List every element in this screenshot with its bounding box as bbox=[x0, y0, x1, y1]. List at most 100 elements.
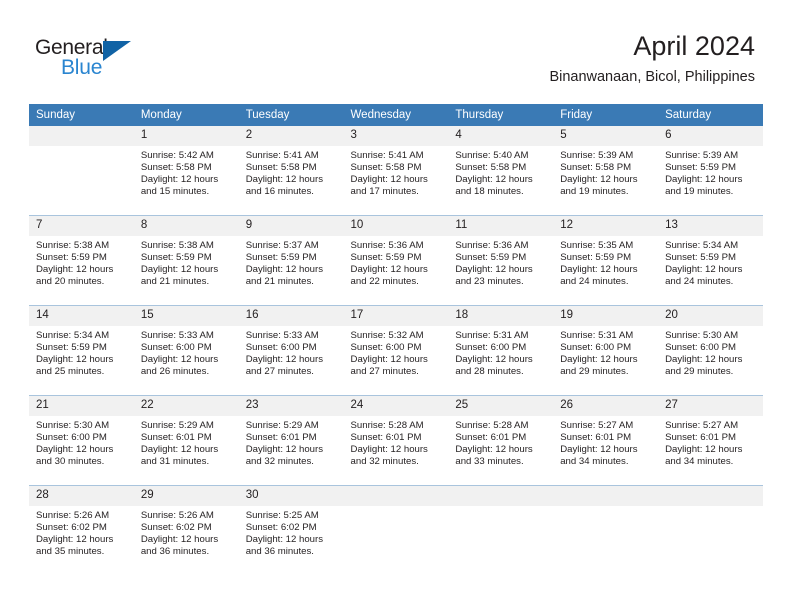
day-cell[interactable]: 21 Sunrise: 5:30 AM Sunset: 6:00 PM Dayl… bbox=[29, 395, 134, 486]
sunrise-text: Sunrise: 5:41 AM bbox=[350, 150, 424, 161]
calendar-week-row: 14 Sunrise: 5:34 AM Sunset: 5:59 PM Dayl… bbox=[29, 305, 763, 396]
daylight-text-line2: and 23 minutes. bbox=[455, 276, 524, 288]
day-number: 2 bbox=[238, 126, 344, 146]
daylight-text-line2: and 27 minutes. bbox=[350, 366, 419, 378]
day-number: 30 bbox=[238, 486, 344, 506]
daylight-text-line2: and 36 minutes. bbox=[245, 546, 314, 558]
day-cell[interactable]: 30 Sunrise: 5:25 AM Sunset: 6:02 PM Dayl… bbox=[238, 485, 344, 575]
day-number: 28 bbox=[29, 486, 134, 506]
sunrise-text: Sunrise: 5:38 AM bbox=[36, 240, 110, 251]
day-cell[interactable]: 15 Sunrise: 5:33 AM Sunset: 6:00 PM Dayl… bbox=[133, 305, 239, 396]
day-cell[interactable]: 10 Sunrise: 5:36 AM Sunset: 5:59 PM Dayl… bbox=[343, 215, 449, 306]
day-cell[interactable]: 1 Sunrise: 5:42 AM Sunset: 5:58 PM Dayli… bbox=[133, 126, 239, 216]
day-cell[interactable]: 7 Sunrise: 5:38 AM Sunset: 5:59 PM Dayli… bbox=[29, 215, 134, 306]
day-cell[interactable]: 29 Sunrise: 5:26 AM Sunset: 6:02 PM Dayl… bbox=[133, 485, 239, 575]
day-cell[interactable]: 16 Sunrise: 5:33 AM Sunset: 6:00 PM Dayl… bbox=[238, 305, 344, 396]
daylight-text-line1: Daylight: 12 hours bbox=[140, 444, 219, 456]
day-number: 25 bbox=[448, 396, 554, 416]
day-cell[interactable]: 17 Sunrise: 5:32 AM Sunset: 6:00 PM Dayl… bbox=[343, 305, 449, 396]
daylight-text-line2: and 19 minutes. bbox=[560, 186, 629, 198]
day-details: Sunrise: 5:36 AM Sunset: 5:59 PM Dayligh… bbox=[448, 236, 553, 288]
day-cell[interactable]: 6 Sunrise: 5:39 AM Sunset: 5:59 PM Dayli… bbox=[658, 126, 763, 216]
day-cell[interactable]: 11 Sunrise: 5:36 AM Sunset: 5:59 PM Dayl… bbox=[448, 215, 554, 306]
day-details: Sunrise: 5:28 AM Sunset: 6:01 PM Dayligh… bbox=[448, 416, 553, 468]
daylight-text-line2: and 27 minutes. bbox=[245, 366, 314, 378]
page-title: April 2024 bbox=[633, 31, 755, 61]
sunset-text: Sunset: 6:01 PM bbox=[350, 432, 422, 444]
daylight-text-line2: and 24 minutes. bbox=[665, 276, 734, 288]
daylight-text-line1: Daylight: 12 hours bbox=[245, 264, 324, 276]
logo-text-blue: Blue bbox=[61, 56, 103, 79]
page-header: General Blue April 2024 Binanwanaan, Bic… bbox=[0, 0, 792, 104]
sunset-text: Sunset: 5:59 PM bbox=[665, 252, 736, 264]
day-cell[interactable]: 23 Sunrise: 5:29 AM Sunset: 6:01 PM Dayl… bbox=[238, 395, 344, 486]
daylight-text-line1: Daylight: 12 hours bbox=[455, 444, 533, 456]
general-blue-logo: General Blue bbox=[35, 36, 235, 86]
daylight-text-line1: Daylight: 12 hours bbox=[560, 354, 638, 366]
sunrise-text: Sunrise: 5:37 AM bbox=[245, 240, 319, 251]
day-number: 14 bbox=[29, 306, 134, 326]
daylight-text-line1: Daylight: 12 hours bbox=[140, 174, 219, 186]
day-cell[interactable]: 20 Sunrise: 5:30 AM Sunset: 6:00 PM Dayl… bbox=[658, 305, 763, 396]
daylight-text-line2: and 35 minutes. bbox=[36, 546, 105, 558]
day-cell[interactable]: 26 Sunrise: 5:27 AM Sunset: 6:01 PM Dayl… bbox=[553, 395, 659, 486]
sunrise-text: Sunrise: 5:27 AM bbox=[665, 420, 739, 431]
day-cell[interactable]: 14 Sunrise: 5:34 AM Sunset: 5:59 PM Dayl… bbox=[29, 305, 134, 396]
daylight-text-line2: and 18 minutes. bbox=[455, 186, 524, 198]
day-details: Sunrise: 5:40 AM Sunset: 5:58 PM Dayligh… bbox=[448, 146, 553, 198]
day-cell[interactable]: 22 Sunrise: 5:29 AM Sunset: 6:01 PM Dayl… bbox=[133, 395, 239, 486]
daylight-text-line2: and 21 minutes. bbox=[140, 276, 210, 288]
sunset-text: Sunset: 6:00 PM bbox=[665, 342, 736, 354]
weekday-header-saturday: Saturday bbox=[658, 104, 763, 126]
sunset-text: Sunset: 5:59 PM bbox=[455, 252, 527, 264]
sunrise-text: Sunrise: 5:26 AM bbox=[140, 510, 214, 521]
daylight-text-line1: Daylight: 12 hours bbox=[665, 354, 743, 366]
day-cell[interactable]: 24 Sunrise: 5:28 AM Sunset: 6:01 PM Dayl… bbox=[343, 395, 449, 486]
day-number: 17 bbox=[343, 306, 449, 326]
daylight-text-line2: and 22 minutes. bbox=[350, 276, 419, 288]
sunrise-text: Sunrise: 5:40 AM bbox=[455, 150, 529, 161]
weekday-header-thursday: Thursday bbox=[448, 104, 554, 126]
sunrise-text: Sunrise: 5:34 AM bbox=[36, 330, 110, 341]
day-cell[interactable]: 18 Sunrise: 5:31 AM Sunset: 6:00 PM Dayl… bbox=[448, 305, 554, 396]
day-cell[interactable]: 4 Sunrise: 5:40 AM Sunset: 5:58 PM Dayli… bbox=[448, 126, 554, 216]
weekday-header-sunday: Sunday bbox=[29, 104, 134, 126]
sunrise-text: Sunrise: 5:41 AM bbox=[245, 150, 319, 161]
day-number: 26 bbox=[553, 396, 659, 416]
day-cell[interactable]: 28 Sunrise: 5:26 AM Sunset: 6:02 PM Dayl… bbox=[29, 485, 134, 575]
day-cell[interactable]: 19 Sunrise: 5:31 AM Sunset: 6:00 PM Dayl… bbox=[553, 305, 659, 396]
day-cell[interactable]: 5 Sunrise: 5:39 AM Sunset: 5:58 PM Dayli… bbox=[553, 126, 659, 216]
sunrise-text: Sunrise: 5:28 AM bbox=[350, 420, 424, 431]
sunrise-text: Sunrise: 5:32 AM bbox=[350, 330, 424, 341]
sunset-text: Sunset: 5:58 PM bbox=[455, 162, 527, 174]
daylight-text-line2: and 34 minutes. bbox=[560, 456, 629, 468]
daylight-text-line1: Daylight: 12 hours bbox=[140, 264, 219, 276]
day-cell[interactable]: 27 Sunrise: 5:27 AM Sunset: 6:01 PM Dayl… bbox=[658, 395, 763, 486]
day-cell[interactable]: 9 Sunrise: 5:37 AM Sunset: 5:59 PM Dayli… bbox=[238, 215, 344, 306]
day-cell[interactable]: 13 Sunrise: 5:34 AM Sunset: 5:59 PM Dayl… bbox=[658, 215, 763, 306]
day-details: Sunrise: 5:42 AM Sunset: 5:58 PM Dayligh… bbox=[134, 146, 239, 198]
sunrise-text: Sunrise: 5:33 AM bbox=[140, 330, 214, 341]
day-number: 15 bbox=[133, 306, 239, 326]
day-number: 6 bbox=[658, 126, 763, 146]
sunset-text: Sunset: 6:01 PM bbox=[455, 432, 527, 444]
weekday-header-wednesday: Wednesday bbox=[343, 104, 449, 126]
day-cell[interactable]: 2 Sunrise: 5:41 AM Sunset: 5:58 PM Dayli… bbox=[238, 126, 344, 216]
day-details: Sunrise: 5:34 AM Sunset: 5:59 PM Dayligh… bbox=[29, 326, 134, 378]
daylight-text-line1: Daylight: 12 hours bbox=[245, 534, 324, 546]
sunrise-text: Sunrise: 5:38 AM bbox=[140, 240, 214, 251]
day-cell[interactable]: 25 Sunrise: 5:28 AM Sunset: 6:01 PM Dayl… bbox=[448, 395, 554, 486]
daylight-text-line2: and 30 minutes. bbox=[36, 456, 105, 468]
day-details: Sunrise: 5:31 AM Sunset: 6:00 PM Dayligh… bbox=[553, 326, 658, 378]
day-cell[interactable]: 8 Sunrise: 5:38 AM Sunset: 5:59 PM Dayli… bbox=[133, 215, 239, 306]
daylight-text-line2: and 26 minutes. bbox=[140, 366, 210, 378]
daylight-text-line1: Daylight: 12 hours bbox=[665, 174, 743, 186]
day-number: 4 bbox=[448, 126, 554, 146]
day-cell[interactable]: 3 Sunrise: 5:41 AM Sunset: 5:58 PM Dayli… bbox=[343, 126, 449, 216]
day-number: 12 bbox=[553, 216, 659, 236]
day-details: Sunrise: 5:33 AM Sunset: 6:00 PM Dayligh… bbox=[134, 326, 239, 378]
day-cell[interactable]: 12 Sunrise: 5:35 AM Sunset: 5:59 PM Dayl… bbox=[553, 215, 659, 306]
daylight-text-line1: Daylight: 12 hours bbox=[560, 174, 638, 186]
sunrise-text: Sunrise: 5:27 AM bbox=[560, 420, 634, 431]
day-cell bbox=[553, 485, 659, 575]
